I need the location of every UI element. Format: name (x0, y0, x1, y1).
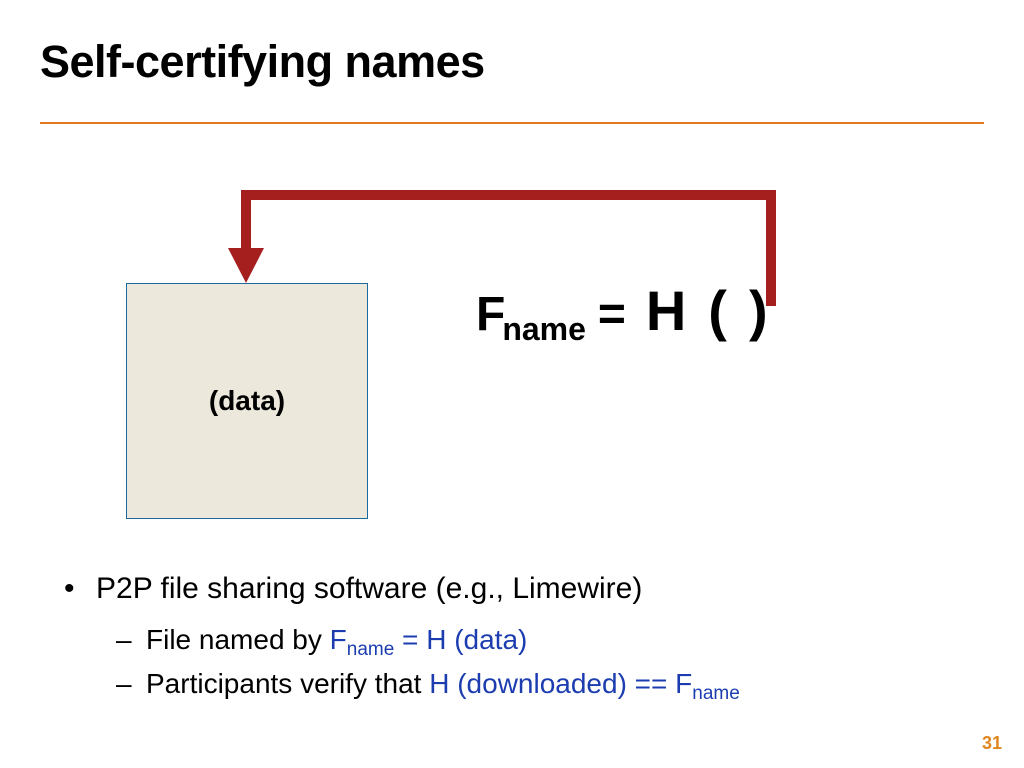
bullet-2a-rest: = H (data) (394, 624, 527, 655)
data-box-label: (data) (209, 385, 285, 417)
bullet-2b-prefix: Participants verify that (146, 668, 429, 699)
formula-F: F (476, 288, 505, 341)
bullet-2b: Participants verify that H (downloaded) … (60, 668, 960, 700)
bullet-list: P2P file sharing software (e.g., Limewir… (60, 572, 960, 700)
hash-formula: Fname= H() (476, 278, 768, 343)
bullet-2b-sub: name (692, 683, 740, 704)
formula-eq: = (598, 288, 626, 341)
bullet-1: P2P file sharing software (e.g., Limewir… (60, 572, 960, 606)
bullet-2a-F: F (330, 624, 347, 655)
formula-sub: name (502, 311, 586, 347)
bullet-2a-formula: Fname = H (data) (330, 624, 528, 655)
bullet-2a-sub: name (347, 639, 395, 660)
data-box: (data) (126, 283, 368, 519)
bullet-2a-prefix: File named by (146, 624, 330, 655)
bullet-2b-formula: H (downloaded) == Fname (429, 668, 740, 699)
page-number: 31 (982, 733, 1002, 754)
formula-H-open: H( (646, 279, 749, 342)
formula-H-close: ) (749, 279, 768, 342)
bullet-2a: File named by Fname = H (data) (60, 624, 960, 656)
bullet-2b-h: H (downloaded) == F (429, 668, 692, 699)
